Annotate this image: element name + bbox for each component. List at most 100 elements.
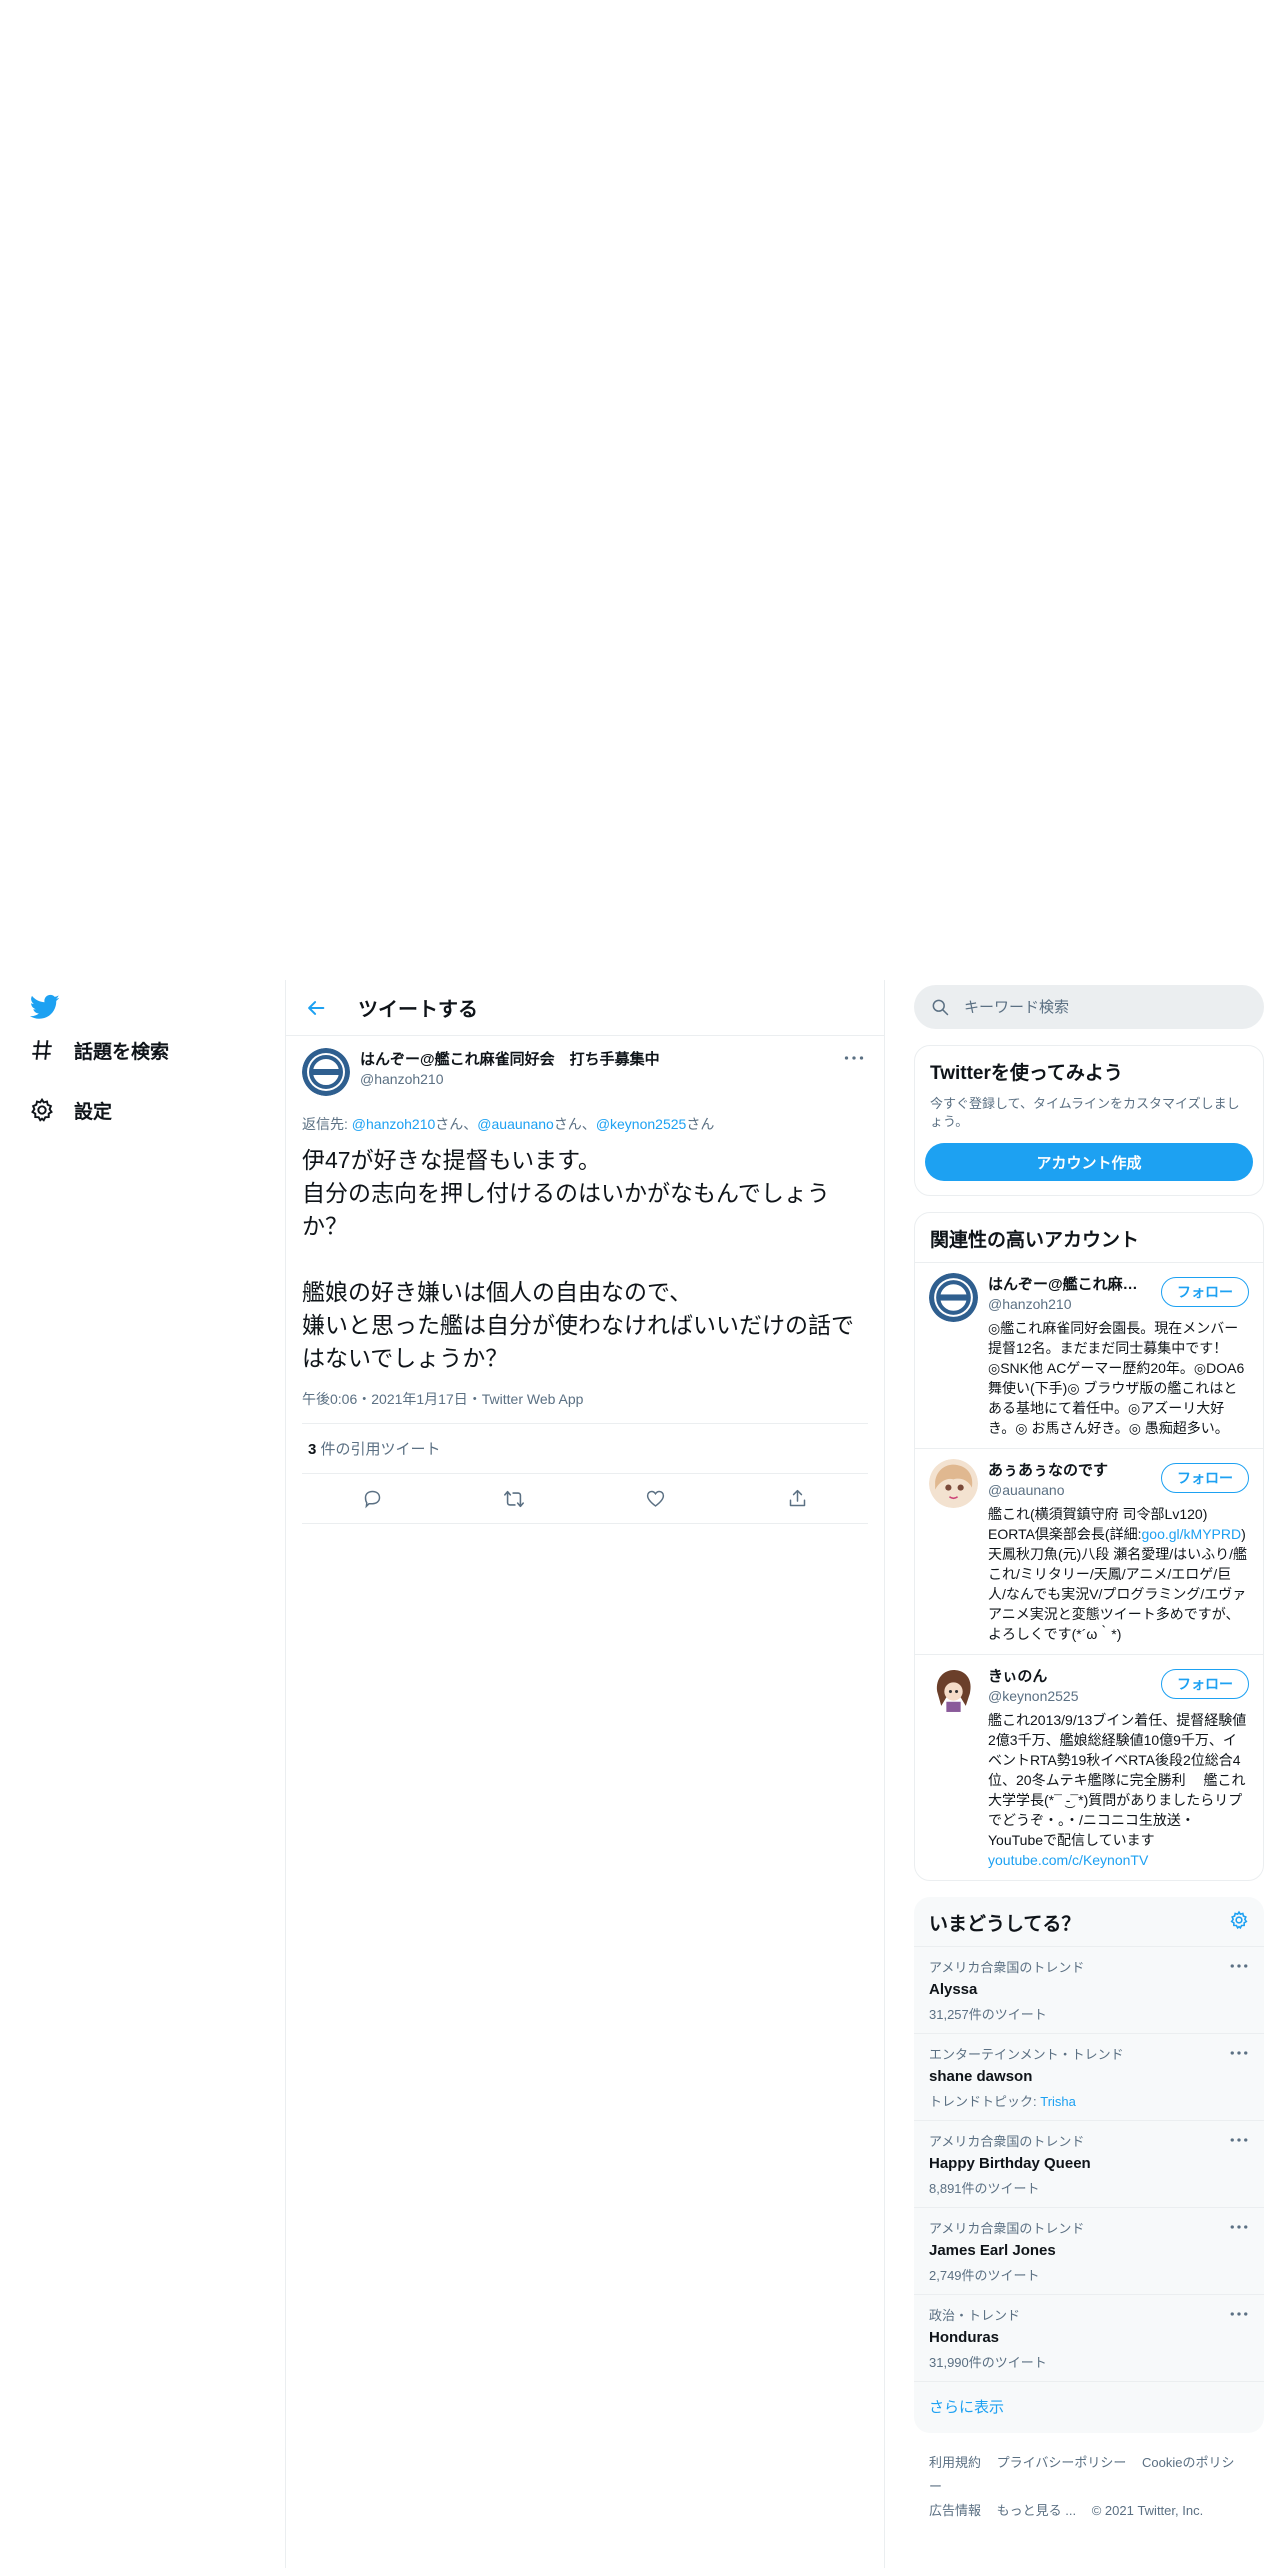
tweet-author-handle[interactable]: @hanzoh210 [360, 1071, 840, 1087]
account-bio-link[interactable]: youtube.com/c/KeynonTV [988, 1852, 1148, 1868]
avatar[interactable] [929, 1665, 978, 1714]
avatar[interactable] [929, 1459, 978, 1508]
account-handle[interactable]: @auaunano [988, 1482, 1108, 1498]
trend-topic-prefix: トレンドトピック: [929, 2094, 1041, 2109]
reply-to-user-link[interactable]: @auaunano [477, 1116, 554, 1132]
footer: 利用規約 プライバシーポリシー Cookieのポリシー 広告情報 もっと見る .… [914, 2433, 1264, 2541]
footer-link-more[interactable]: もっと見る ... [997, 2503, 1076, 2518]
trend-context: アメリカ合衆国のトレンド [929, 2221, 1085, 2236]
trends-header: いまどうしてる？ [914, 1897, 1264, 1946]
reply-to-user-link[interactable]: @keynon2525 [596, 1116, 687, 1132]
footer-link-privacy[interactable]: プライバシーポリシー [997, 2455, 1127, 2470]
create-account-button[interactable]: アカウント作成 [925, 1143, 1253, 1181]
trend-item[interactable]: アメリカ合衆国のトレンド James Earl Jones 2,749件のツイー… [914, 2207, 1264, 2294]
trends-card: いまどうしてる？ アメリカ合衆国のトレンド Alyssa 31,257件のツイー… [914, 1897, 1264, 2433]
account-item[interactable]: あぅあぅなのです @auaunano フォロー 艦これ(横須賀鎮守府 司令部Lv… [915, 1448, 1263, 1654]
trend-context: エンターテインメント・トレンド [929, 2047, 1124, 2062]
reply-icon[interactable] [355, 1481, 391, 1517]
search-icon [930, 997, 950, 1017]
retweet-icon[interactable] [496, 1481, 532, 1517]
more-options-icon[interactable] [1228, 2307, 1250, 2321]
footer-copyright: © 2021 Twitter, Inc. [1091, 2503, 1204, 2518]
like-heart-icon[interactable] [638, 1481, 674, 1517]
follow-button[interactable]: フォロー [1161, 1463, 1249, 1493]
trend-context: アメリカ合衆国のトレンド [929, 1960, 1085, 1975]
nav-settings[interactable]: 設定 [28, 1088, 112, 1132]
avatar[interactable] [929, 1273, 978, 1322]
signup-description: 今すぐ登録して、タイムラインをカスタマイズしましょう。 [930, 1096, 1240, 1129]
trend-name: Honduras [929, 2329, 1000, 2346]
more-options-icon[interactable] [1228, 2046, 1250, 2060]
trend-name: Happy Birthday Queen [929, 2155, 1091, 2172]
more-options-icon[interactable] [1228, 2133, 1250, 2147]
follow-button[interactable]: フォロー [1161, 1669, 1249, 1699]
page-title: ツイートする [358, 999, 478, 1021]
account-bio: ◎艦これ麻雀同好会園長。現在メンバー提督12名。まだまだ同士募集中です！◎SNK… [988, 1320, 1245, 1436]
trend-context: アメリカ合衆国のトレンド [929, 2134, 1085, 2149]
trends-title: いまどうしてる？ [929, 1914, 1081, 1935]
account-name[interactable]: あぅあぅなのです [988, 1459, 1108, 1480]
search-input[interactable] [964, 998, 1264, 1016]
trend-count: 2,749件のツイート [929, 2268, 1040, 2283]
trend-name: James Earl Jones [929, 2242, 1056, 2259]
account-bio-link[interactable]: goo.gl/kMYPRD [1142, 1526, 1242, 1542]
tweet-author-row: はんぞー@艦これ麻雀同好会 打ち手募集中 @hanzoh210 [302, 1048, 868, 1096]
reply-to-line: 返信先: @hanzoh210さん、@auaunanoさん、@keynon252… [302, 1114, 868, 1134]
search-bar[interactable] [914, 985, 1264, 1029]
nav-settings-label: 設定 [74, 1101, 113, 1123]
signup-card: Twitterを使ってみよう 今すぐ登録して、タイムラインをカスタマイズしましょ… [914, 1045, 1264, 1196]
trend-count: 8,891件のツイート [929, 2181, 1040, 2196]
trend-count: 31,257件のツイート [929, 2007, 1047, 2022]
reply-to-suffix: さん [686, 1116, 715, 1132]
gear-icon[interactable] [1229, 1910, 1249, 1936]
account-bio: 艦これ2013/9/13ブイン着任、提督経験値2億3千万、艦娘総経験値10億9千… [988, 1710, 1249, 1870]
account-item[interactable]: きぃのん @keynon2525 フォロー 艦これ2013/9/13ブイン着任、… [915, 1654, 1263, 1880]
account-handle[interactable]: @keynon2525 [988, 1688, 1079, 1704]
trend-context: 政治・トレンド [929, 2308, 1021, 2323]
twitter-logo-icon[interactable] [28, 992, 62, 1022]
tweet-timestamp[interactable]: 午後0:06・2021年1月17日・Twitter Web App [302, 1389, 868, 1424]
reply-to-suffix: さん、 [553, 1116, 596, 1132]
nav-explore[interactable]: 話題を検索 [28, 1028, 169, 1072]
hashtag-icon [28, 1036, 56, 1064]
show-more-link[interactable]: さらに表示 [914, 2381, 1264, 2433]
trend-item[interactable]: 政治・トレンド Honduras 31,990件のツイート [914, 2294, 1264, 2381]
account-item[interactable]: はんぞー@艦これ麻雀同好会 打ち手募集中 @hanzoh210 フォロー ◎艦こ… [915, 1262, 1263, 1448]
account-name[interactable]: きぃのん [988, 1665, 1079, 1686]
footer-link-ads[interactable]: 広告情報 [929, 2503, 981, 2518]
trend-count: 31,990件のツイート [929, 2355, 1047, 2370]
gear-icon [28, 1096, 56, 1124]
signup-title: Twitterを使ってみよう [930, 1063, 1123, 1084]
reply-to-suffix: さん、 [435, 1116, 478, 1132]
tweet-text: 伊47が好きな提督もいます。 自分の志向を押し付けるのはいかがなもんでしょうか？… [302, 1147, 854, 1371]
tweet-author[interactable]: はんぞー@艦これ麻雀同好会 打ち手募集中 @hanzoh210 [360, 1048, 840, 1087]
more-options-icon[interactable] [1228, 2220, 1250, 2234]
tweet-author-name[interactable]: はんぞー@艦これ麻雀同好会 打ち手募集中 [360, 1048, 840, 1069]
related-accounts-card: 関連性の高いアカウント はんぞー@艦これ麻雀同好会 打ち手募集中 @hanzoh… [914, 1212, 1264, 1881]
account-name[interactable]: はんぞー@艦これ麻雀同好会 打ち手募集中 [988, 1273, 1148, 1294]
tweet: はんぞー@艦これ麻雀同好会 打ち手募集中 @hanzoh210 返信先: @ha… [286, 1036, 884, 1524]
trend-topic-link[interactable]: Trisha [1040, 2094, 1076, 2109]
share-icon[interactable] [779, 1481, 815, 1517]
quote-tweets-count[interactable]: 3 件の引用ツイート [302, 1424, 868, 1474]
reply-to-prefix: 返信先: [302, 1116, 352, 1132]
follow-button[interactable]: フォロー [1161, 1277, 1249, 1307]
more-options-icon[interactable] [1228, 1959, 1250, 1973]
account-handle[interactable]: @hanzoh210 [988, 1296, 1148, 1312]
related-accounts-title: 関連性の高いアカウント [930, 1230, 1140, 1251]
trend-item[interactable]: アメリカ合衆国のトレンド Happy Birthday Queen 8,891件… [914, 2120, 1264, 2207]
account-bio-text: 艦これ2013/9/13ブイン着任、提督経験値2億3千万、艦娘総経験値10億9千… [988, 1712, 1247, 1848]
trend-item[interactable]: エンターテインメント・トレンド shane dawson トレンドトピック: T… [914, 2033, 1264, 2120]
reply-to-user-link[interactable]: @hanzoh210 [352, 1116, 436, 1132]
account-bio-text: ) 天鳳秋刀魚(元)八段 瀬名愛理/はいふり/艦これ/ミリタリー/天鳳/アニメ/… [988, 1526, 1247, 1642]
main-column: ツイートする はんぞー@艦これ麻雀同好会 打ち手募集中 @hanzoh210 返… [285, 980, 885, 2568]
more-options-icon[interactable] [840, 1048, 868, 1068]
trend-item[interactable]: アメリカ合衆国のトレンド Alyssa 31,257件のツイート [914, 1946, 1264, 2033]
account-bio: 艦これ(横須賀鎮守府 司令部Lv120) EORTA倶楽部会長(詳細:goo.g… [988, 1504, 1249, 1644]
trend-related-topic: トレンドトピック: Trisha [929, 2091, 1249, 2110]
avatar[interactable] [302, 1048, 350, 1096]
right-sidebar: Twitterを使ってみよう 今すぐ登録して、タイムラインをカスタマイズしましょ… [914, 985, 1264, 2541]
trend-name: Alyssa [929, 1981, 978, 1998]
footer-link-terms[interactable]: 利用規約 [929, 2455, 981, 2470]
back-arrow-icon[interactable] [298, 990, 334, 1026]
